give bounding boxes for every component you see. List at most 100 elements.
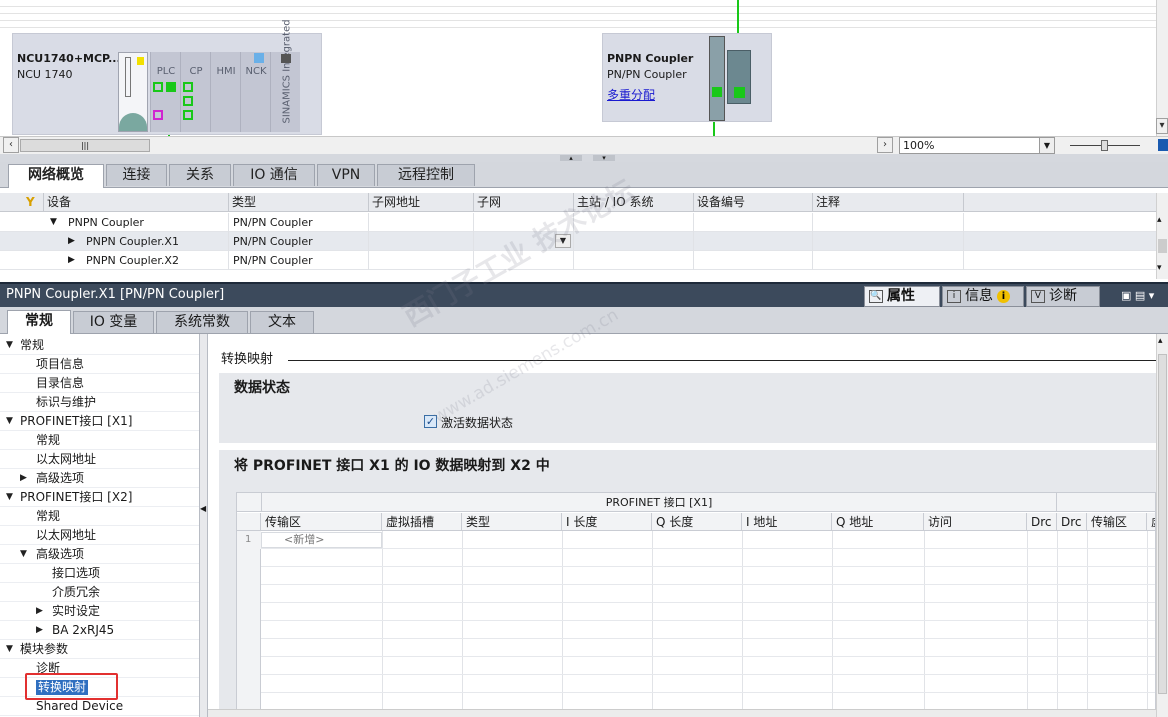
tab-relations[interactable]: 关系 — [169, 164, 231, 186]
column-header[interactable]: 访问 — [924, 513, 1027, 531]
tree-item[interactable]: 项目信息 — [0, 355, 199, 374]
tree-item[interactable]: ▼ 模块参数 — [0, 640, 199, 659]
column-header[interactable]: 传输区 — [1087, 513, 1147, 531]
tab-diagnostics[interactable]: V 诊断 — [1026, 286, 1100, 307]
column-header[interactable]: I 地址 — [742, 513, 832, 531]
pane-splitter[interactable]: ▴ ▾ — [0, 154, 1168, 162]
column-header[interactable]: 虚 — [1147, 513, 1155, 531]
scroll-left-icon[interactable]: ‹ — [3, 137, 19, 153]
coupler-module-x2[interactable] — [727, 50, 751, 104]
column-header[interactable]: Drc — [1027, 513, 1057, 531]
column-header[interactable]: 虚拟插槽 — [382, 513, 462, 531]
tab-info[interactable]: i 信息 i — [942, 286, 1024, 307]
zoom-select[interactable]: 100% ▼ — [899, 137, 1055, 154]
module-hmi[interactable]: HMI — [210, 52, 240, 132]
collapse-up-icon[interactable]: ▴ — [560, 155, 582, 162]
tab-network-overview[interactable]: 网络概览 — [8, 164, 104, 188]
tab-properties[interactable]: 🔍 属性 — [864, 286, 940, 307]
column-header[interactable]: Drc — [1057, 513, 1087, 531]
column-header[interactable]: I 长度 — [562, 513, 652, 531]
tab-remote-control[interactable]: 远程控制 — [377, 164, 475, 186]
column-header[interactable]: 传输区 — [261, 513, 382, 531]
tree-item[interactable]: 以太网地址 — [0, 526, 199, 545]
column-header[interactable]: 类型 — [229, 193, 369, 212]
scroll-thumb[interactable]: ||| — [20, 139, 150, 152]
expand-icon[interactable]: ▶ — [64, 232, 82, 251]
add-new-entry[interactable]: <新增> — [261, 532, 382, 548]
collapse-left-icon[interactable]: ◀ — [200, 504, 206, 513]
column-header[interactable]: 注释 — [813, 193, 964, 212]
column-header[interactable]: 子网 — [474, 193, 574, 212]
chevron-down-icon[interactable]: ▼ — [6, 336, 13, 355]
chevron-right-icon[interactable]: ▶ — [36, 621, 43, 640]
chevron-right-icon[interactable]: ▶ — [20, 469, 27, 488]
scroll-down-icon[interactable]: ▾ — [1157, 263, 1162, 273]
tab-system-constants[interactable]: 系统常数 — [156, 311, 248, 333]
scroll-down-icon[interactable]: ▾ — [1156, 118, 1168, 134]
subnet-select[interactable]: ▼ — [474, 232, 574, 251]
scroll-thumb[interactable] — [1158, 239, 1167, 253]
tree-item[interactable]: ▼ PROFINET接口 [X1] — [0, 412, 199, 431]
collapse-down-icon[interactable]: ▾ — [593, 155, 615, 162]
tree-item[interactable]: ▼ PROFINET接口 [X2] — [0, 488, 199, 507]
chevron-down-icon[interactable]: ▼ — [1039, 138, 1054, 153]
chevron-down-icon[interactable]: ▼ — [555, 234, 571, 248]
window-layout-icon[interactable]: ▣ ▤ ▾ — [1121, 289, 1154, 302]
tree-item[interactable]: 以太网地址 — [0, 450, 199, 469]
scroll-up-icon[interactable]: ▴ — [1157, 215, 1162, 225]
activate-data-status-checkbox[interactable]: ✓ — [424, 415, 437, 428]
tree-item[interactable]: ▶ BA 2xRJ45 — [0, 621, 199, 640]
chevron-right-icon[interactable]: ▶ — [36, 602, 43, 621]
expand-icon[interactable]: ▶ — [64, 251, 82, 270]
tree-item[interactable]: 接口选项 — [0, 564, 199, 583]
scroll-right-icon[interactable]: › — [877, 137, 893, 153]
column-header[interactable]: 类型 — [462, 513, 562, 531]
coupler-module-x1[interactable] — [709, 36, 725, 121]
tree-splitter[interactable]: ◀ — [200, 334, 208, 717]
device-assign-link[interactable]: 多重分配 — [607, 86, 655, 103]
tree-item[interactable]: 目录信息 — [0, 374, 199, 393]
device-ncu1740[interactable]: NCU1740+MCP... NCU 1740 PLC CP HMI NCK S… — [12, 19, 322, 135]
tab-io-tags[interactable]: IO 变量 — [73, 311, 154, 333]
tab-connections[interactable]: 连接 — [106, 164, 167, 186]
column-header[interactable]: 子网地址 — [369, 193, 474, 212]
canvas-vertical-scrollbar[interactable]: ▾ — [1156, 0, 1168, 136]
tree-item[interactable]: ▶ 高级选项 — [0, 469, 199, 488]
module-nck[interactable]: NCK — [240, 52, 270, 132]
column-header[interactable]: 设备 — [44, 193, 229, 212]
tab-vpn[interactable]: VPN — [317, 164, 375, 186]
module-cp[interactable]: CP — [180, 52, 210, 132]
device-pnpn-coupler[interactable]: PNPN Coupler PN/PN Coupler 多重分配 — [602, 33, 772, 122]
column-header[interactable]: 设备编号 — [694, 193, 813, 212]
module-sinamics[interactable]: SINAMICS Integrated — [270, 19, 300, 132]
table-row[interactable]: ▶ PNPN Coupler.X1 PN/PN Coupler ▼ — [0, 232, 1156, 251]
expand-icon[interactable]: ▼ — [44, 213, 64, 232]
tree-item[interactable]: 标识与维护 — [0, 393, 199, 412]
network-icon[interactable] — [1158, 139, 1168, 151]
tab-io-communication[interactable]: IO 通信 — [233, 164, 315, 186]
overview-vertical-scrollbar[interactable]: ▴ ▾ — [1156, 193, 1168, 279]
table-row[interactable]: ▶ PNPN Coupler.X2 PN/PN Coupler — [0, 251, 1156, 270]
tree-item[interactable]: 常规 — [0, 507, 199, 526]
chevron-down-icon[interactable]: ▼ — [20, 545, 27, 564]
tab-texts[interactable]: 文本 — [250, 311, 314, 333]
chevron-down-icon[interactable]: ▼ — [6, 412, 13, 431]
module-plc[interactable]: PLC — [150, 52, 180, 132]
scroll-thumb[interactable] — [1158, 354, 1167, 694]
scroll-up-icon[interactable]: ▴ — [1158, 336, 1163, 346]
column-filter-icon[interactable]: Y — [0, 193, 44, 212]
network-view-canvas[interactable]: NCU1740+MCP... NCU 1740 PLC CP HMI NCK S… — [0, 0, 1156, 136]
canvas-horizontal-scrollbar[interactable]: ‹ ||| › 100% ▼ — [0, 136, 1168, 154]
tree-item[interactable]: 常规 — [0, 431, 199, 450]
tree-item[interactable]: ▶ 实时设定 — [0, 602, 199, 621]
chevron-down-icon[interactable]: ▼ — [6, 640, 13, 659]
column-header[interactable]: Q 地址 — [832, 513, 924, 531]
zoom-slider-thumb[interactable] — [1101, 140, 1108, 151]
table-row[interactable]: ▼ PNPN Coupler PN/PN Coupler — [0, 213, 1156, 232]
chevron-down-icon[interactable]: ▼ — [6, 488, 13, 507]
tree-item[interactable]: 介质冗余 — [0, 583, 199, 602]
content-horizontal-scrollbar[interactable] — [208, 709, 1156, 717]
content-vertical-scrollbar[interactable]: ▴ — [1156, 334, 1168, 717]
tree-item[interactable]: ▼ 常规 — [0, 336, 199, 355]
column-header[interactable]: 主站 / IO 系统 — [574, 193, 694, 212]
